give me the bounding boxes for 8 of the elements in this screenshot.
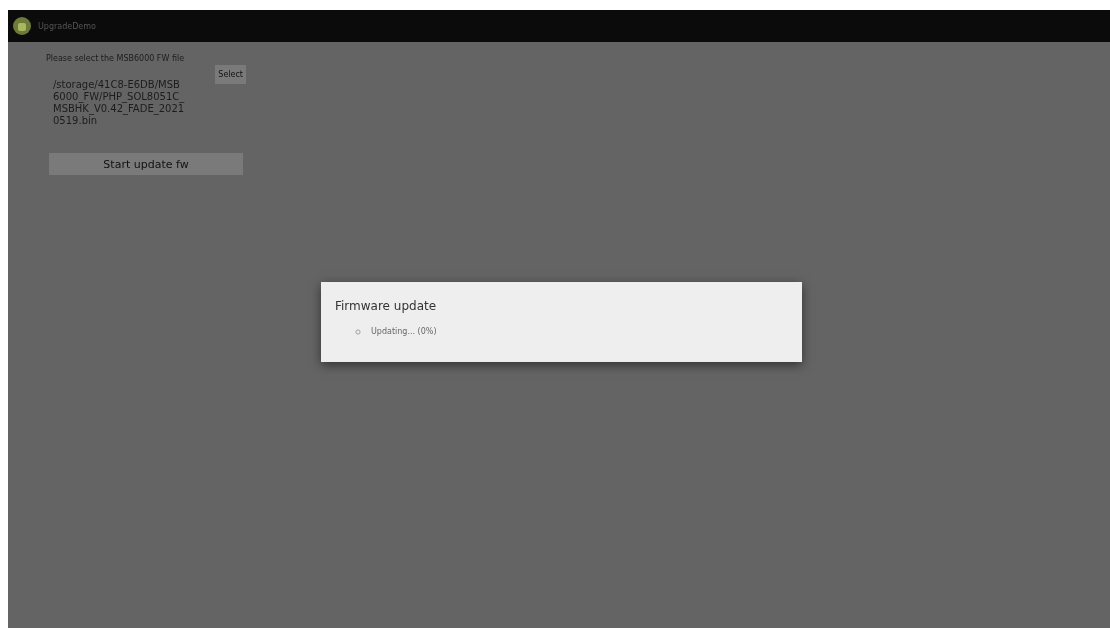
file-path: /storage/41C8-E6DB/MSB6000_FW/PHP_SOL8051C_MSBHK_V0.42_FADE_20210519.bin: [52, 79, 185, 127]
select-button[interactable]: Select: [215, 65, 246, 84]
dialog-title: Firmware update: [335, 299, 438, 313]
start-update-button[interactable]: Start update fw: [49, 153, 243, 175]
app-title: UpgradeDemo: [38, 21, 96, 31]
spinner-icon: [355, 328, 361, 335]
progress-message: Updating... (0%): [371, 327, 437, 336]
prompt-text: Please select the MSB6000 FW file: [46, 54, 186, 63]
